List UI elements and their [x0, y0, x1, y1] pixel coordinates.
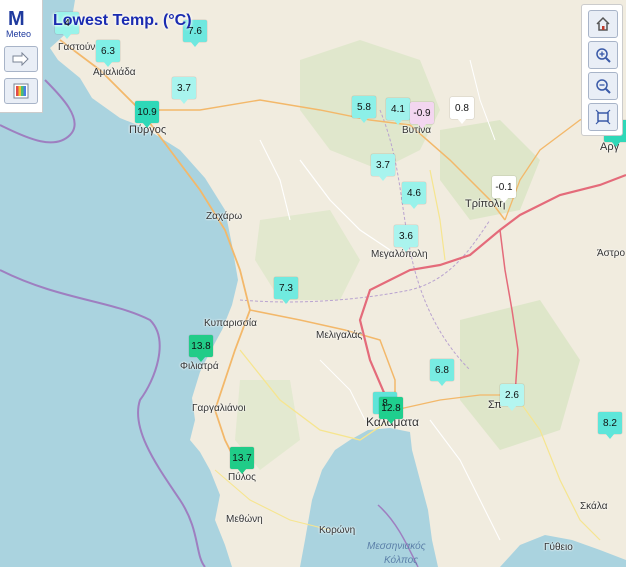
station-value: 4 — [64, 17, 70, 29]
station-value: 6.8 — [435, 364, 449, 376]
arrow-right-button[interactable] — [4, 46, 38, 72]
place-label-megalopoli: Μεγαλόπολη — [371, 249, 428, 260]
station-value: 5.8 — [357, 101, 371, 113]
station-marker[interactable]: 3.7 — [172, 77, 196, 104]
station-marker[interactable]: 5.8 — [352, 96, 376, 123]
place-label-gytheio: Γύθειο — [544, 542, 573, 553]
station-value: 10.9 — [137, 106, 157, 118]
station-marker[interactable]: 10.9 — [135, 101, 159, 128]
place-label-astros: Άστρο — [597, 248, 626, 259]
arrow-right-icon — [12, 52, 29, 66]
left-toolbar: M Meteo — [0, 0, 43, 113]
station-value: 3.6 — [399, 230, 413, 242]
place-label-filiatra: Φιλιατρά — [180, 361, 219, 372]
place-label-meligalas: Μελιγαλάς — [316, 330, 363, 341]
station-value: -0.1 — [495, 181, 513, 193]
full-extent-icon — [595, 109, 611, 125]
place-label-zacharo: Ζαχάρω — [206, 211, 243, 222]
station-value: 12.8 — [381, 402, 401, 414]
station-marker[interactable]: 13.8 — [189, 335, 213, 362]
zoom-in-button[interactable] — [588, 41, 618, 69]
station-value: 13.8 — [191, 340, 211, 352]
station-marker[interactable]: 8.2 — [598, 412, 622, 439]
station-marker[interactable]: 3.7 — [371, 154, 395, 181]
station-value: 8.2 — [603, 417, 617, 429]
basemap — [0, 0, 626, 567]
legend-palette-icon — [13, 83, 29, 99]
station-value: 6.3 — [101, 45, 115, 57]
station-marker[interactable]: 2.6 — [500, 384, 524, 411]
right-toolbar — [581, 4, 623, 136]
station-value: 2.6 — [505, 389, 519, 401]
place-label-amaliada: Αμαλιάδα — [93, 67, 136, 78]
station-value: 13.7 — [232, 452, 252, 464]
station-marker[interactable]: 13.7 — [230, 447, 254, 474]
meteo-logo[interactable]: M Meteo — [6, 8, 36, 39]
station-value: -0.9 — [413, 107, 431, 119]
station-value: 3.7 — [376, 159, 390, 171]
place-label-kyparissia: Κυπαρισσία — [204, 318, 257, 329]
station-marker[interactable]: 7.3 — [274, 277, 298, 304]
place-label-methoni: Μεθώνη — [226, 514, 263, 525]
home-icon — [596, 16, 610, 31]
station-marker[interactable]: 0.8 — [450, 97, 474, 124]
station-marker[interactable]: 4.1 — [386, 98, 410, 125]
station-value: 4.1 — [391, 103, 405, 115]
station-value: 4.6 — [407, 187, 421, 199]
station-marker[interactable]: -0.9 — [410, 102, 434, 129]
map-title: Lowest Temp. (°C) — [53, 12, 192, 29]
legend-button[interactable] — [4, 78, 38, 104]
zoom-out-button[interactable] — [588, 72, 618, 100]
station-marker[interactable]: -0.1 — [492, 176, 516, 203]
station-value: 3.7 — [177, 82, 191, 94]
zoom-out-icon — [596, 79, 611, 94]
station-value: 7.6 — [188, 25, 202, 37]
sea-label-line1: Μεσσηνιακός — [367, 541, 426, 552]
full-extent-button[interactable] — [588, 103, 618, 131]
station-marker[interactable]: 4.6 — [402, 182, 426, 209]
station-value: 7.3 — [279, 282, 293, 294]
place-label-gargalianoi: Γαργαλιάνοι — [192, 403, 246, 414]
meteo-logo-text: Meteo — [6, 29, 32, 39]
station-marker[interactable]: 6.3 — [96, 40, 120, 67]
zoom-in-icon — [596, 48, 611, 63]
map-canvas[interactable]: Γαστούνι Αμαλιάδα Πύργος Βυτίνα Τρίπολη … — [0, 0, 626, 567]
place-label-skala: Σκάλα — [580, 501, 608, 512]
station-marker[interactable]: 3.6 — [394, 225, 418, 252]
station-value: 0.8 — [455, 102, 469, 114]
home-button[interactable] — [588, 10, 618, 38]
place-label-koroni: Κορώνη — [319, 525, 356, 536]
station-marker[interactable]: 6.8 — [430, 359, 454, 386]
place-label-gastouni: Γαστούνι — [58, 42, 98, 53]
meteo-logo-icon: M — [8, 8, 25, 30]
sea-label-line2: Κόλπος — [384, 555, 419, 566]
